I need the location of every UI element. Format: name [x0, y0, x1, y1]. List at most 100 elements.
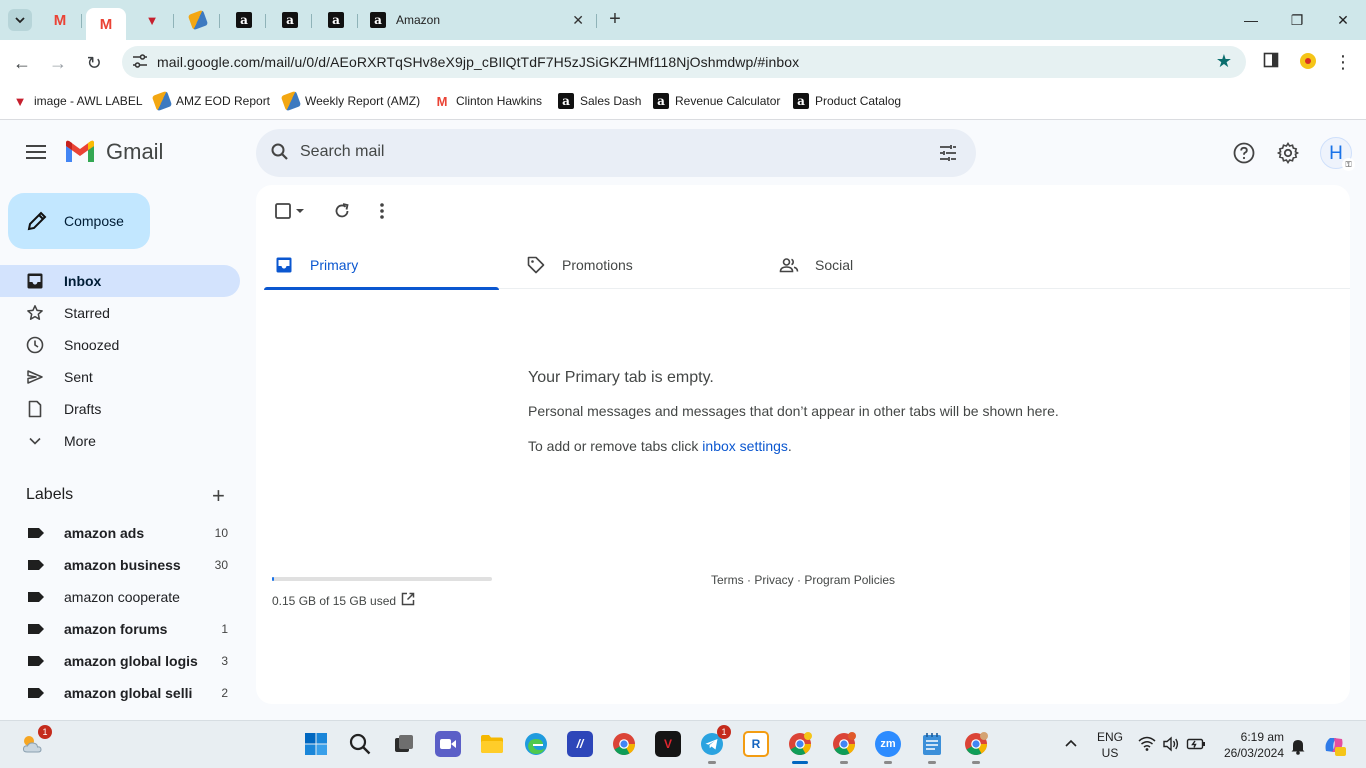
more-options-icon[interactable]	[372, 201, 392, 221]
show-hidden-icons-button[interactable]	[1062, 735, 1080, 768]
account-avatar[interactable]: H ⚿	[1320, 137, 1355, 171]
label-count: 2	[221, 686, 228, 700]
bookmark-weekly-report[interactable]: Weekly Report (AMZ)	[280, 90, 420, 112]
label-item[interactable]: amazon global logis 3	[0, 645, 240, 677]
zoom-app[interactable]: zm	[875, 731, 901, 764]
battery-icon[interactable]	[1186, 736, 1206, 768]
browser-tab-amazon-1[interactable]: a	[229, 8, 259, 32]
bookmark-star-icon[interactable]: ★	[1216, 51, 1232, 72]
chrome-app-2[interactable]	[831, 731, 857, 764]
nav-item-more[interactable]: More	[0, 425, 240, 457]
browser-tab-amazon-3[interactable]: a	[321, 8, 351, 32]
back-button[interactable]: ←	[9, 50, 35, 76]
telegram-badge: 1	[717, 725, 731, 739]
bookmark-clinton-hawkins[interactable]: M Clinton Hawkins	[434, 93, 542, 109]
browser-tab-red-v[interactable]: ▼	[137, 8, 167, 32]
wifi-icon[interactable]	[1138, 736, 1156, 768]
label-item[interactable]: amazon ads 10	[0, 517, 240, 549]
help-icon[interactable]	[1232, 141, 1256, 165]
privacy-link[interactable]: Privacy	[754, 573, 793, 587]
terms-link[interactable]: Terms	[711, 573, 744, 587]
nav-item-sent[interactable]: Sent	[0, 361, 240, 393]
tab-promotions[interactable]: Promotions	[516, 241, 751, 289]
label-item[interactable]: amazon business 30	[0, 549, 240, 581]
notification-bell-icon[interactable]	[1290, 737, 1306, 768]
search-input[interactable]: Search mail	[300, 143, 384, 161]
compose-button[interactable]: Compose	[8, 193, 150, 249]
task-view-button[interactable]	[391, 731, 417, 757]
tab-label: Promotions	[562, 257, 633, 273]
browser-tab-amazon-2[interactable]: a	[275, 8, 305, 32]
nav-item-inbox[interactable]: Inbox	[0, 265, 240, 297]
chrome-app-active[interactable]	[787, 731, 813, 764]
tab-label: Primary	[310, 257, 359, 273]
inbox-settings-link[interactable]: inbox settings	[702, 438, 788, 454]
bookmark-awl-label[interactable]: ▼ image - AWL LABEL	[12, 93, 143, 109]
nav-item-drafts[interactable]: Drafts	[0, 393, 240, 425]
close-window-button[interactable]: ✕	[1328, 8, 1358, 32]
tab-primary[interactable]: Primary	[264, 241, 499, 290]
site-info-icon[interactable]	[132, 54, 148, 71]
search-bar[interactable]: Search mail	[256, 129, 976, 177]
gmail-logo[interactable]: Gmail	[64, 139, 163, 165]
nav-item-starred[interactable]: Starred	[0, 297, 240, 329]
telegram-app[interactable]: 1	[699, 725, 731, 764]
browser-tab-gmail-active[interactable]: M	[86, 8, 126, 40]
weather-widget[interactable]: 1	[20, 725, 52, 757]
label-item[interactable]: amazon forums 1	[0, 613, 240, 645]
side-panel-icon[interactable]	[1260, 52, 1282, 74]
main-menu-icon[interactable]	[24, 141, 48, 165]
storage-meter[interactable]	[272, 577, 492, 581]
copilot-icon[interactable]	[1322, 733, 1346, 768]
bookmark-label: image - AWL LABEL	[34, 94, 143, 108]
teams-app[interactable]	[435, 731, 461, 757]
bookmark-sales-dash[interactable]: a Sales Dash	[558, 93, 641, 109]
browser-tab-zap[interactable]	[183, 8, 213, 32]
external-link-icon[interactable]	[400, 591, 416, 607]
select-all-checkbox[interactable]	[274, 201, 294, 221]
nav-label: Drafts	[64, 401, 102, 417]
program-policies-link[interactable]: Program Policies	[804, 573, 895, 587]
bookmark-revenue-calculator[interactable]: a Revenue Calculator	[653, 93, 780, 109]
vector-app[interactable]: //	[567, 731, 593, 757]
start-button[interactable]	[303, 731, 329, 757]
bookmark-product-catalog[interactable]: a Product Catalog	[793, 93, 901, 109]
restore-button[interactable]: ❐	[1282, 8, 1312, 32]
red-v-app[interactable]: V	[655, 731, 681, 757]
select-dropdown-icon[interactable]	[294, 201, 306, 221]
browser-tab-amazon[interactable]: a Amazon ✕	[362, 8, 594, 32]
create-label-button[interactable]: +	[212, 483, 225, 509]
new-tab-button[interactable]: +	[604, 8, 626, 32]
browser-menu-icon[interactable]: ⋮	[1332, 52, 1354, 74]
close-icon[interactable]: ✕	[572, 12, 584, 29]
browser-tab-gmail-1[interactable]: M	[45, 8, 75, 32]
refresh-icon[interactable]	[332, 201, 352, 221]
extension-icon[interactable]	[1297, 52, 1319, 74]
search-icon[interactable]	[270, 142, 290, 162]
label-item[interactable]: amazon cooperate	[0, 581, 240, 613]
empty-state: Your Primary tab is empty. Personal mess…	[528, 369, 1059, 454]
label-item[interactable]: amazon global selli 2	[0, 677, 240, 709]
notepad-app[interactable]	[919, 731, 945, 764]
minimize-button[interactable]: —	[1236, 8, 1266, 32]
bookmark-amz-eod-report[interactable]: AMZ EOD Report	[151, 90, 270, 112]
tab-search-button[interactable]	[8, 9, 32, 31]
input-language-indicator[interactable]: ENG US	[1096, 729, 1124, 768]
bookmarks-bar: ▼ image - AWL LABEL AMZ EOD Report Weekl…	[0, 85, 1366, 120]
tab-social[interactable]: Social	[769, 241, 1004, 289]
forward-button[interactable]: →	[45, 50, 71, 76]
settings-gear-icon[interactable]	[1276, 141, 1300, 165]
file-explorer-app[interactable]	[479, 731, 505, 757]
search-options-icon[interactable]	[938, 143, 958, 163]
r-app[interactable]: R	[743, 731, 769, 757]
address-bar[interactable]: mail.google.com/mail/u/0/d/AEoRXRTqSHv8e…	[122, 46, 1246, 78]
volume-icon[interactable]	[1162, 736, 1180, 768]
edge-app[interactable]	[523, 731, 549, 757]
labels-heading: Labels	[26, 486, 74, 503]
taskbar-search-button[interactable]	[347, 731, 373, 757]
chrome-app-3[interactable]	[963, 731, 989, 764]
chrome-app-1[interactable]	[611, 731, 637, 757]
taskbar-clock[interactable]: 6:19 am 26/03/2024	[1218, 729, 1284, 761]
reload-button[interactable]: ↻	[81, 50, 107, 76]
nav-item-snoozed[interactable]: Snoozed	[0, 329, 240, 361]
